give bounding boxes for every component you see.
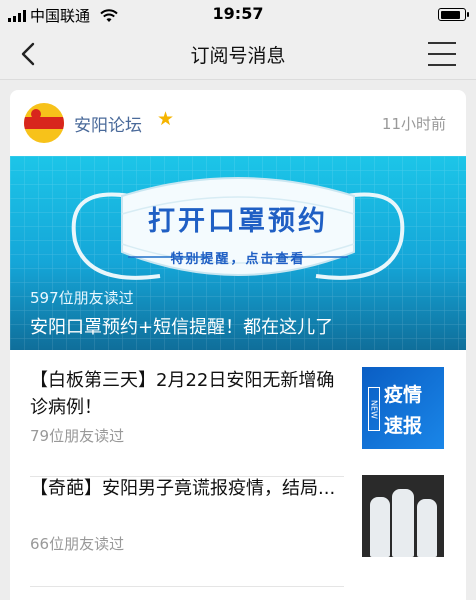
star-icon: ★	[157, 108, 175, 130]
article-read-count: 66位朋友读过	[30, 535, 125, 553]
new-tag: NEW	[368, 387, 380, 431]
article-read-count: 79位朋友读过	[30, 427, 125, 445]
account-avatar[interactable]	[24, 103, 64, 143]
article-thumbnail[interactable]	[362, 475, 444, 557]
hazmat-figure	[392, 489, 414, 557]
battery-icon	[438, 8, 469, 21]
article-item[interactable]: 【奇葩】安阳男子竟谎报疫情，结局... 66位朋友读过	[10, 458, 466, 568]
banner-subline: 特别提醒，点击查看	[170, 252, 306, 267]
banner-caption[interactable]: 安阳口罩预约+短信提醒！都在这儿了	[30, 313, 333, 339]
banner-headline: 打开口罩预约	[148, 206, 328, 237]
page-title: 订阅号消息	[190, 45, 286, 67]
battery-level	[440, 10, 461, 19]
account-header[interactable]: 安阳论坛 ★ 11小时前	[10, 90, 466, 156]
article-title[interactable]: 【奇葩】安阳男子竟谎报疫情，结局...	[30, 475, 350, 502]
article-thumbnail[interactable]: NEW 疫情 速报	[362, 367, 444, 449]
divider	[30, 586, 344, 587]
thumb-text-line1: 疫情	[384, 384, 423, 406]
account-name[interactable]: 安阳论坛	[74, 111, 142, 136]
post-time: 11小时前	[381, 115, 446, 133]
thumb-text-line2: 速报	[384, 415, 423, 437]
clock: 19:57	[212, 4, 264, 23]
featured-article-banner[interactable]: 打开口罩预约 特别提醒，点击查看 597位朋友读过 安阳口罩预约+短信提醒！都在…	[10, 156, 466, 350]
menu-button[interactable]	[428, 42, 456, 66]
nav-bar: 订阅号消息	[0, 28, 476, 80]
hamburger-menu-icon	[428, 42, 456, 44]
banner-read-count: 597位朋友读过	[30, 289, 134, 307]
hazmat-figure	[417, 499, 437, 557]
message-card: 安阳论坛 ★ 11小时前 打开口罩预约 特别提醒，点击查看 597位朋友读过 安…	[10, 90, 466, 600]
hazmat-figure	[370, 497, 390, 557]
status-bar: 中国联通 19:57	[0, 0, 476, 28]
article-item[interactable]: 【白板第三天】2月22日安阳无新增确诊病例！ 79位朋友读过 NEW 疫情 速报	[10, 350, 466, 460]
article-title[interactable]: 【白板第三天】2月22日安阳无新增确诊病例！	[30, 367, 350, 421]
